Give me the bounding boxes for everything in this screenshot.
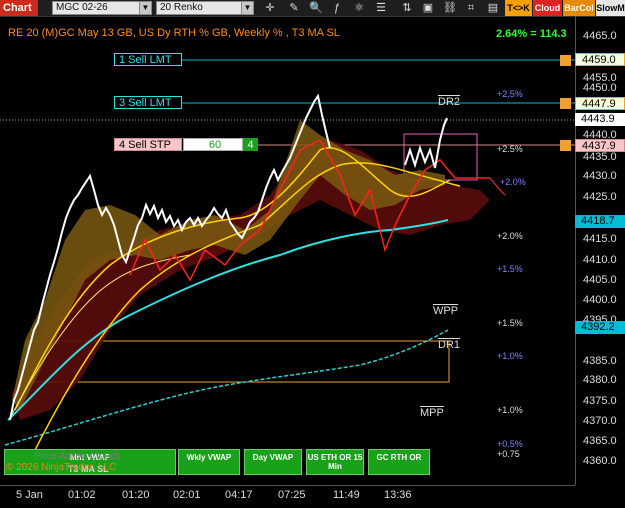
price-tick: 4435.0 bbox=[583, 151, 617, 163]
price-tick: 4425.0 bbox=[583, 191, 617, 203]
last-price-marker: 4443.9 bbox=[575, 113, 625, 126]
order-quantity-field[interactable]: 60 bbox=[183, 138, 243, 151]
zoom-icon[interactable]: 🔍 bbox=[309, 1, 323, 15]
level-dr1: DR1 bbox=[438, 339, 461, 351]
camera-icon[interactable]: ▣ bbox=[421, 1, 435, 15]
bar-type-selector[interactable]: 20 Renko ▼ bbox=[156, 1, 254, 15]
time-tick: 07:25 bbox=[278, 489, 306, 501]
price-chart bbox=[0, 55, 575, 461]
price-tick: 4385.0 bbox=[583, 355, 617, 367]
properties-icon[interactable]: ☰ bbox=[374, 1, 388, 15]
price-tick: 4450.0 bbox=[583, 82, 617, 94]
t3-price-marker: 4418.7 bbox=[575, 215, 625, 228]
crosshair-icon[interactable]: ✛ bbox=[263, 1, 277, 15]
order-price-marker: 4447.9 bbox=[575, 97, 625, 110]
order-count-badge: 4 bbox=[243, 138, 258, 151]
instrument-value: MGC 02-26 bbox=[56, 2, 108, 13]
instrument-selector[interactable]: MGC 02-26 ▼ bbox=[52, 1, 152, 15]
price-tick: 4415.0 bbox=[583, 233, 617, 245]
pct-label: +1.0% bbox=[497, 351, 523, 361]
pct-label: +2.5% bbox=[497, 144, 523, 154]
time-axis-line bbox=[0, 485, 575, 486]
price-tick: 4360.0 bbox=[583, 455, 617, 467]
chart-panel[interactable]: RE 20 (M)GC May 13 GB, US Dy RTH % GB, W… bbox=[0, 16, 575, 485]
price-tick: 4370.0 bbox=[583, 415, 617, 427]
more-icon[interactable]: ▤ bbox=[486, 1, 500, 15]
performance-label: 2.64% = 114.3 bbox=[496, 28, 567, 40]
attach-icon[interactable]: ⌗ bbox=[464, 1, 478, 15]
time-tick: 02:01 bbox=[173, 489, 201, 501]
order-sell-limit-1[interactable]: 1 Sell LMT bbox=[114, 53, 182, 66]
gc-rth-or-button[interactable]: GC RTH OR bbox=[368, 449, 430, 475]
chart-toolbar: Chart MGC 02-26 ▼ 20 Renko ▼ ✛ ✎ 🔍 ƒ ⚛ ☰… bbox=[0, 0, 625, 17]
barcol-toggle-button[interactable]: BarCol bbox=[563, 0, 595, 16]
bar-type-value: 20 Renko bbox=[160, 2, 203, 13]
price-tick: 4430.0 bbox=[583, 170, 617, 182]
order-price-marker: 4459.0 bbox=[575, 53, 625, 66]
pct-label: +1.5% bbox=[497, 318, 523, 328]
pct-label: +2.5% bbox=[497, 89, 523, 99]
level-mpp: MPP bbox=[420, 407, 444, 419]
chart-info-label: RE 20 (M)GC May 13 GB, US Dy RTH % GB, W… bbox=[8, 27, 340, 39]
pct-label: +2.0% bbox=[497, 231, 523, 241]
time-tick: 5 Jan bbox=[16, 489, 43, 501]
pct-label: +1.5% bbox=[497, 264, 523, 274]
vwap-price-marker: 4392.2 bbox=[575, 321, 625, 334]
price-tick: 4405.0 bbox=[583, 274, 617, 286]
pct-label: +0.75 bbox=[497, 449, 520, 459]
level-dr2: DR2 bbox=[438, 96, 461, 108]
price-tick: 4400.0 bbox=[583, 294, 617, 306]
pct-label: +1.0% bbox=[497, 405, 523, 415]
slowm-toggle-button[interactable]: SlowM bbox=[596, 0, 625, 16]
pct-label: +2.0% bbox=[500, 177, 526, 187]
pct-label: +0.5% bbox=[497, 439, 523, 449]
indicators-icon[interactable]: ƒ bbox=[330, 1, 344, 15]
time-tick: 01:20 bbox=[122, 489, 150, 501]
chevron-down-icon: ▼ bbox=[139, 2, 151, 14]
day-vwap-button[interactable]: Day VWAP bbox=[244, 449, 302, 475]
tk-toggle-button[interactable]: T<>K bbox=[505, 0, 532, 16]
trade-icon[interactable]: ⇅ bbox=[400, 1, 414, 15]
time-tick: 01:02 bbox=[68, 489, 96, 501]
link-icon[interactable]: ⛓ bbox=[443, 1, 457, 15]
price-tick: 4465.0 bbox=[583, 30, 617, 42]
cloud-watermark: Price Action Clouds bbox=[34, 451, 121, 462]
time-tick: 04:17 bbox=[225, 489, 253, 501]
cloud-toggle-button[interactable]: Cloud bbox=[533, 0, 562, 16]
level-wpp: WPP bbox=[433, 305, 459, 317]
time-tick: 13:36 bbox=[384, 489, 412, 501]
chart-tab[interactable]: Chart bbox=[0, 0, 38, 16]
time-tick: 11:49 bbox=[333, 489, 360, 501]
us-eth-or-button[interactable]: US ETH OR 15 Min bbox=[306, 449, 364, 475]
pencil-icon[interactable]: ✎ bbox=[287, 1, 301, 15]
price-tick: 4380.0 bbox=[583, 374, 617, 386]
copyright-label: © 2026 NinjaTrader, LLC bbox=[6, 462, 117, 473]
weekly-vwap-button[interactable]: Wkly VWAP bbox=[178, 449, 240, 475]
price-tick: 4375.0 bbox=[583, 395, 617, 407]
chevron-down-icon: ▼ bbox=[241, 2, 253, 14]
strategy-icon[interactable]: ⚛ bbox=[352, 1, 366, 15]
order-sell-stop-4[interactable]: 4 Sell STP bbox=[114, 138, 182, 151]
price-tick: 4410.0 bbox=[583, 254, 617, 266]
price-tick: 4365.0 bbox=[583, 435, 617, 447]
order-sell-limit-3[interactable]: 3 Sell LMT bbox=[114, 96, 182, 109]
